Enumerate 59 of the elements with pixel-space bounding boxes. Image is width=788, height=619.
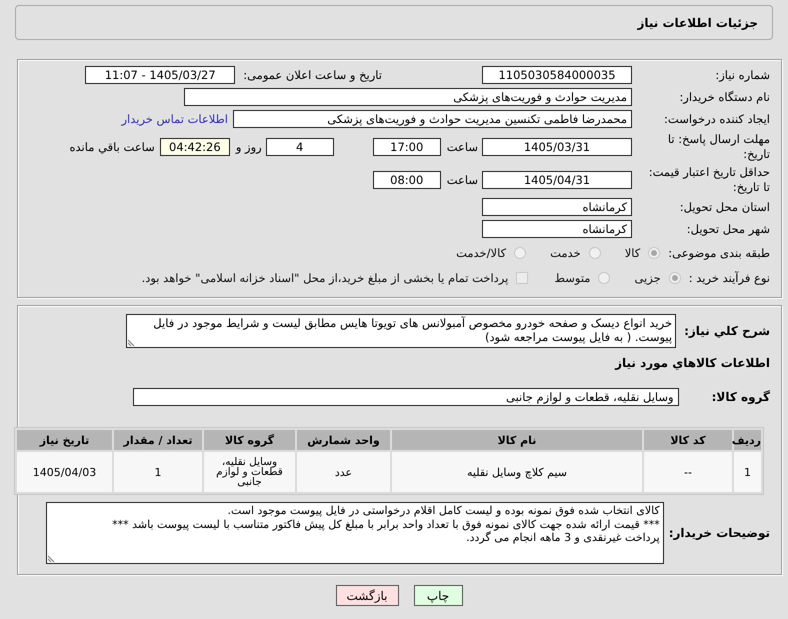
option-label: متوسط: [554, 270, 590, 284]
province-field[interactable]: کرمانشاه: [482, 198, 632, 216]
column-header: واحد شمارش: [297, 430, 390, 450]
field-label: توضیحات خریدار:: [668, 525, 770, 541]
resize-grip-icon[interactable]: [48, 554, 56, 562]
page-title: جزئیات اطلاعات نیاز: [637, 16, 758, 30]
remaining-time-label: ساعت باقي مانده: [70, 140, 155, 154]
announcement-date-field[interactable]: 1405/03/27 - 11:07: [85, 66, 236, 84]
description-textarea[interactable]: خرید انواع دیسک و صفحه خودرو مخصوص آمبولانس های تویوتا هایس مطابق لیست و شرایط موجود در فایل پیوست. ( به فایل پیوست مراجعه شود): [126, 314, 676, 348]
validity-date-field[interactable]: 1405/04/31: [482, 170, 632, 188]
deadline-date-field[interactable]: 1405/03/31: [482, 138, 632, 156]
back-button[interactable]: بازگشت: [336, 585, 398, 606]
requester-field[interactable]: محمدرضا فاطمی تکنسین مدیریت حوادث و فوریت‌های پزشکی: [233, 110, 632, 128]
field-label: حداقل تاریخ اعتبار قیمت: تا تاریخ:: [648, 164, 770, 194]
buyer-organization-field[interactable]: مدیریت حوادث و فوریت‌های پزشکی: [184, 88, 632, 106]
table-cell: عدد: [297, 452, 390, 492]
section-heading: اطلاعات کالاهاي مورد نياز: [614, 355, 770, 372]
table-cell: وسایل نقلیه، قطعات و لوازم جانبی: [204, 452, 295, 492]
remaining-time-field[interactable]: 04:42:26: [160, 138, 230, 156]
table-cell: 1: [734, 452, 761, 492]
table-cell: 1: [114, 452, 202, 492]
field-label: نوع فرآیند خرید :: [688, 270, 770, 284]
option-label: جزیی: [634, 270, 661, 284]
column-header: گروه کالا: [204, 430, 295, 450]
days-label: روز و: [236, 140, 262, 154]
field-label: ایجاد کننده درخواست:: [663, 112, 770, 126]
buyer-notes-textarea[interactable]: کالای انتخاب شده فوق نمونه بوده و لیست کامل اقلام درخواستی در فایل پیوست موجود است. *** قیمت ارائه شده جهت کالای نمونه فوق با تعداد واحد برابر با مبلغ کل پیش فاکتور متناسب با لیست پیوست باشد *** پرداخت غیرنقدی و 3 ماهه انجام می گردد.: [46, 502, 664, 564]
option-label: کالا/خدمت: [456, 246, 506, 260]
table-cell: --: [644, 452, 732, 492]
time-label: ساعت: [446, 172, 478, 186]
field-label: تاریخ و ساعت اعلان عمومی:: [243, 68, 382, 82]
field-label: مهلت ارسال پاسخ: تا تاریخ:: [666, 132, 770, 162]
field-label: شرح کلي نياز:: [684, 323, 770, 339]
column-header: تعداد / مقدار: [114, 430, 202, 450]
column-header: ردیف: [734, 430, 761, 450]
days-field[interactable]: 4: [266, 138, 334, 156]
field-label: شهر محل تحویل:: [686, 222, 770, 236]
print-button[interactable]: چاپ: [414, 585, 462, 606]
column-header: تاریخ نیاز: [17, 430, 112, 450]
goods-group-field[interactable]: وسایل نقلیه، قطعات و لوازم جانبی: [132, 388, 679, 406]
city-field[interactable]: کرمانشاه: [482, 220, 632, 238]
validity-time-field[interactable]: 08:00: [372, 170, 441, 188]
column-header: نام کالا: [392, 430, 642, 450]
time-label: ساعت: [446, 140, 478, 154]
field-label: نام دستگاه خریدار:: [678, 90, 770, 104]
need-number-field[interactable]: 1105030584000035: [482, 66, 632, 84]
deadline-time-field[interactable]: 17:00: [372, 138, 441, 156]
field-label: استان محل تحویل:: [678, 200, 770, 214]
table-cell: سیم کلاچ وسایل نقلیه: [392, 452, 642, 492]
column-header: کد کالا: [644, 430, 732, 450]
field-label: شماره نیاز:: [714, 68, 770, 82]
table-cell: 1405/04/03: [17, 452, 112, 492]
option-label: کالا: [624, 246, 640, 260]
field-label: گروه کالا:: [712, 389, 770, 405]
field-label: طبقه بندی موضوعی:: [668, 246, 770, 260]
contact-info-link[interactable]: اطلاعات تماس خریدار: [121, 112, 228, 126]
resize-grip-icon[interactable]: [128, 338, 136, 346]
checkbox-label: پرداخت تمام یا بخشی از مبلغ خرید،از محل "اسناد خزانه اسلامی" خواهد بود.: [142, 270, 508, 284]
option-label: خدمت: [550, 246, 581, 260]
